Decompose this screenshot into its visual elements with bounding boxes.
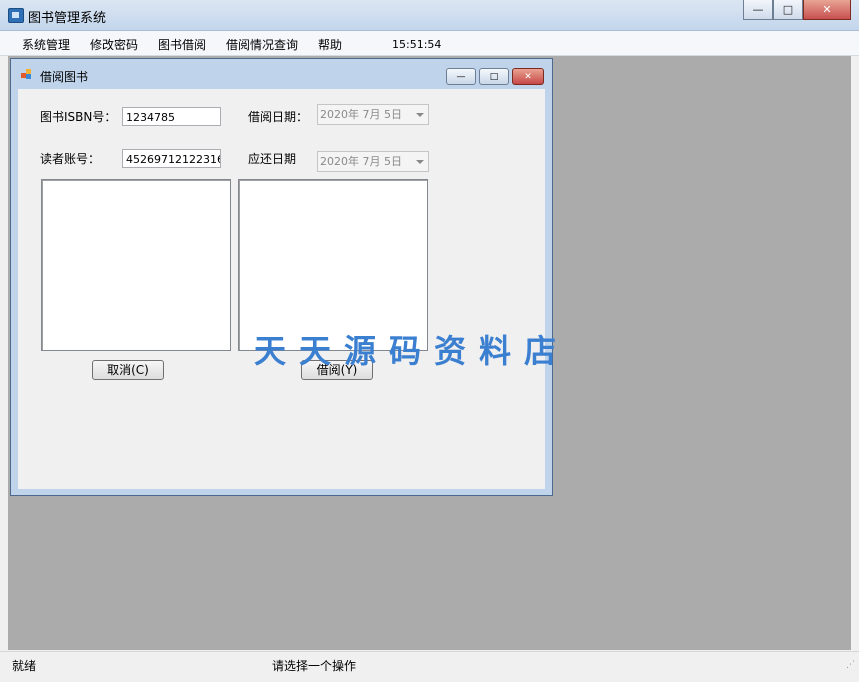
window-title: 图书管理系统 <box>28 11 107 26</box>
cancel-button[interactable]: 取消(C) <box>92 360 164 380</box>
resize-grip-icon[interactable]: ⋰ <box>846 660 855 670</box>
child-window-controls: — □ ✕ <box>446 68 544 85</box>
chevron-down-icon[interactable] <box>416 113 424 117</box>
menu-system-manage[interactable]: 系统管理 <box>22 36 70 53</box>
child-minimize-button[interactable]: — <box>446 68 476 85</box>
borrow-date-label: 借阅日期： <box>248 110 309 124</box>
child-close-button[interactable]: ✕ <box>512 68 544 85</box>
watermark-text: 天天源码资料店 <box>254 332 570 370</box>
status-ready: 就绪 <box>12 659 37 673</box>
window-controls: — □ ✕ <box>743 0 851 20</box>
reader-account-input[interactable]: 4526971212231645 <box>122 149 221 168</box>
clock-label: 15:51:54 <box>392 38 442 51</box>
isbn-input[interactable]: 1234785 <box>122 107 221 126</box>
child-titlebar[interactable]: 借阅图书 — □ ✕ <box>11 59 552 89</box>
due-date-value: 2020年 7月 5日 <box>320 155 402 168</box>
due-date-label: 应还日期 <box>248 152 297 166</box>
main-titlebar[interactable]: 图书管理系统 — □ ✕ <box>0 0 859 31</box>
close-button[interactable]: ✕ <box>803 0 851 20</box>
menu-bar: 系统管理 修改密码 图书借阅 借阅情况查询 帮助 15:51:54 <box>0 31 859 56</box>
menu-help[interactable]: 帮助 <box>318 36 342 53</box>
borrow-book-window: 借阅图书 — □ ✕ 图书ISBN号： 1234785 借阅日期： 2020年 … <box>10 58 553 496</box>
borrow-date-value: 2020年 7月 5日 <box>320 108 402 121</box>
maximize-button[interactable]: □ <box>773 0 803 20</box>
app-icon <box>8 8 24 23</box>
isbn-label: 图书ISBN号： <box>40 110 117 124</box>
form-icon <box>21 69 32 79</box>
menu-book-borrow[interactable]: 图书借阅 <box>158 36 206 53</box>
menu-borrow-query[interactable]: 借阅情况查询 <box>226 36 298 53</box>
child-maximize-button[interactable]: □ <box>479 68 509 85</box>
due-date-picker[interactable]: 2020年 7月 5日 <box>317 151 429 172</box>
borrow-date-picker[interactable]: 2020年 7月 5日 <box>317 104 429 125</box>
chevron-down-icon[interactable] <box>416 160 424 164</box>
borrow-form: 图书ISBN号： 1234785 借阅日期： 2020年 7月 5日 读者账号：… <box>18 89 545 489</box>
status-bar: 就绪 请选择一个操作 ⋰ <box>0 651 859 682</box>
minimize-button[interactable]: — <box>743 0 773 20</box>
child-window-title: 借阅图书 <box>40 70 89 84</box>
reader-account-label: 读者账号： <box>40 152 101 166</box>
menu-change-password[interactable]: 修改密码 <box>90 36 138 53</box>
status-message: 请选择一个操作 <box>272 659 357 673</box>
book-info-list[interactable] <box>41 179 231 351</box>
